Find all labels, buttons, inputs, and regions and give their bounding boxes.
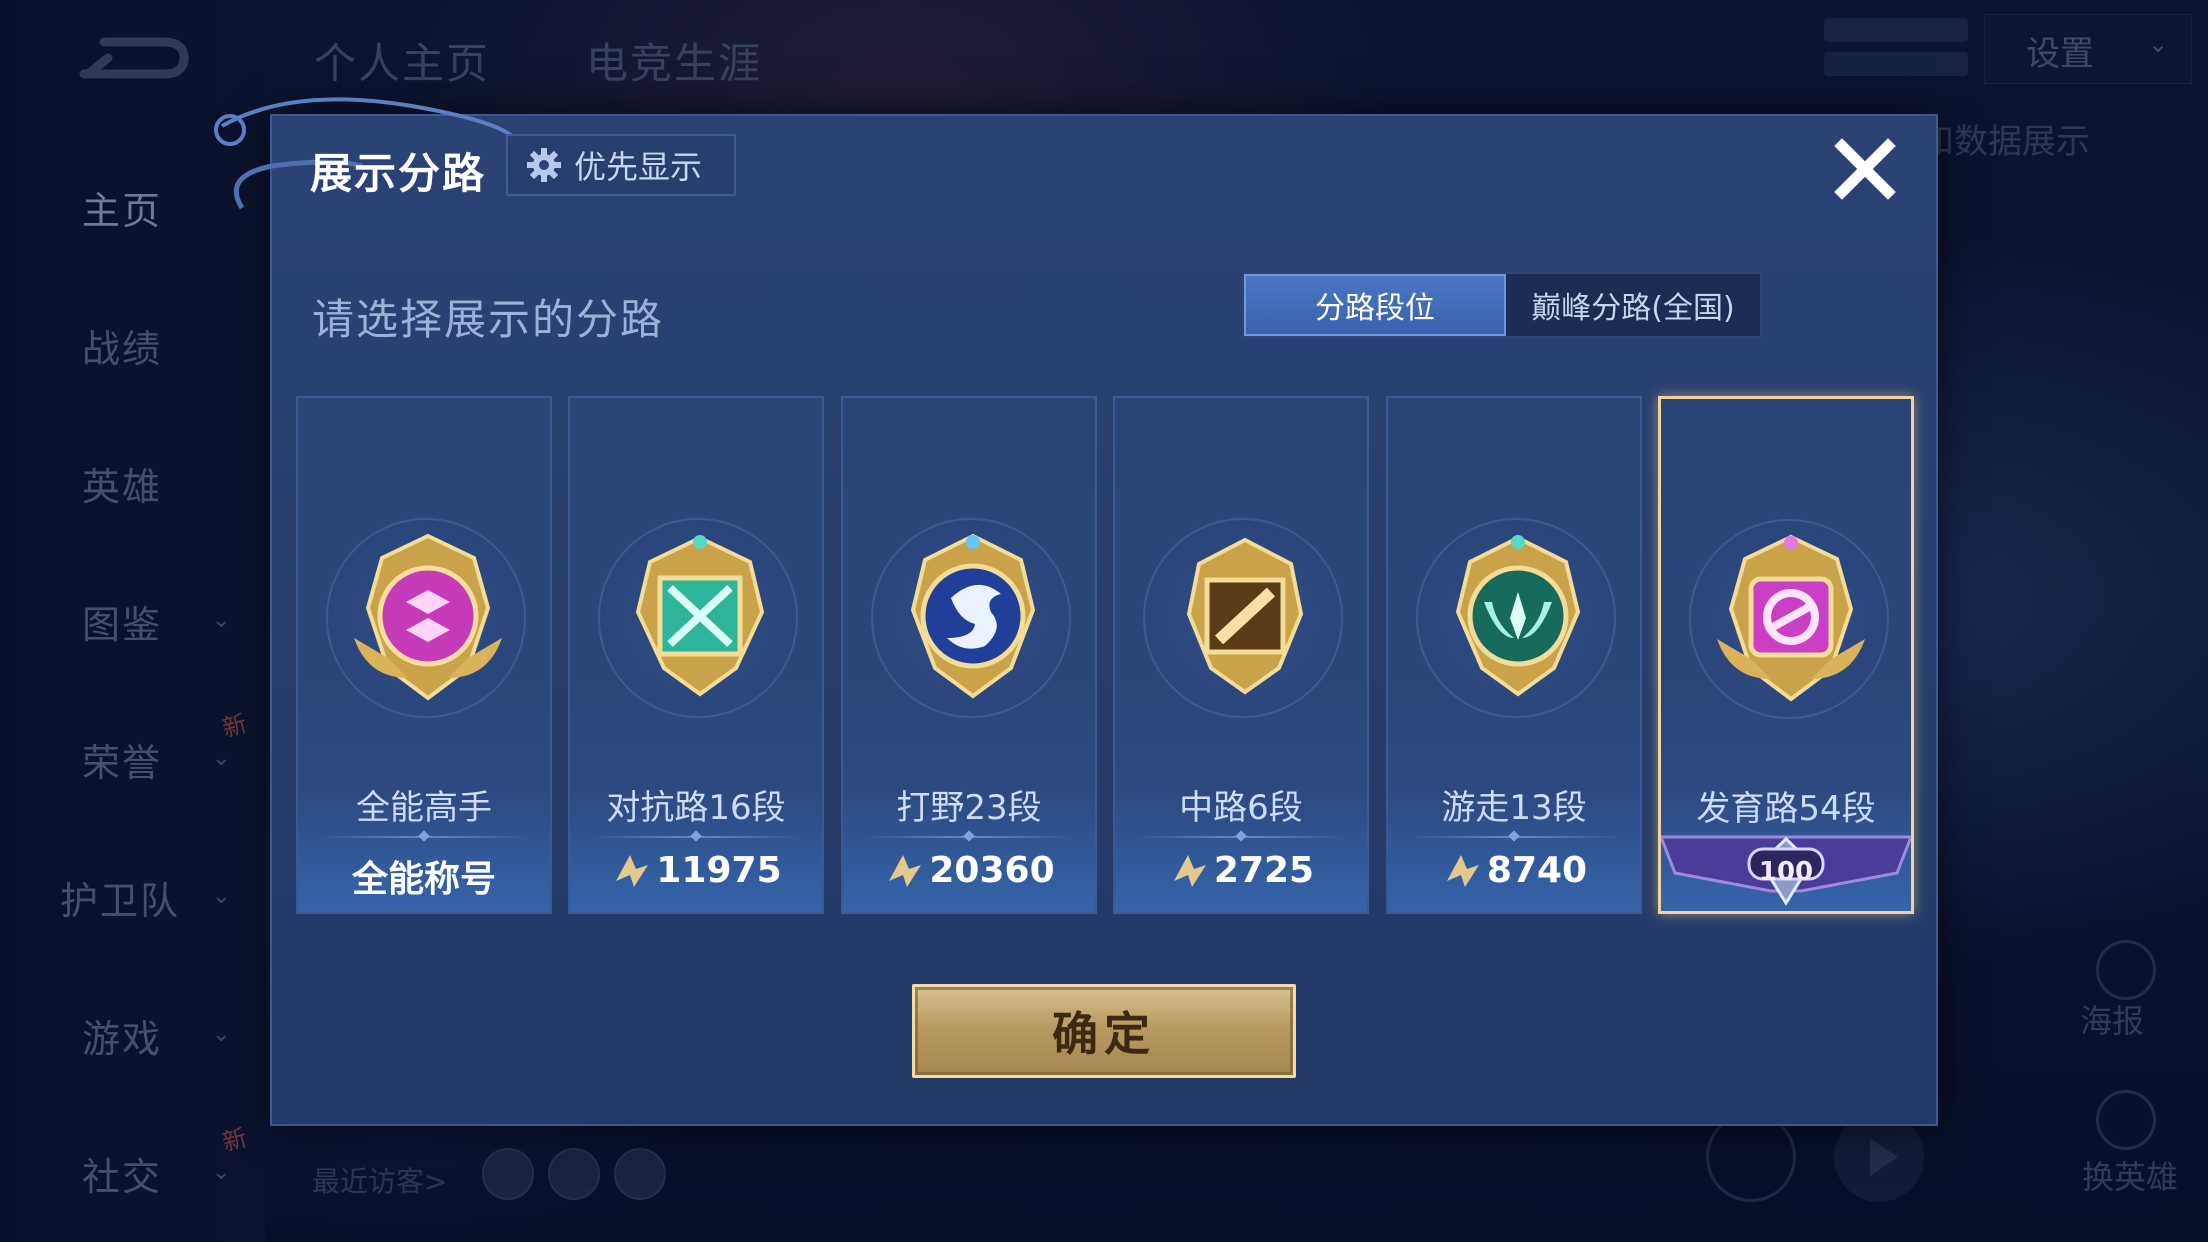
divider [318,836,530,838]
lane-rank-label: 对抗路16段 [606,788,786,828]
lane-score: 全能称号 [298,850,550,902]
dialog-subtitle: 请选择展示的分路 [312,295,665,344]
lane-score-value: 8740 [1486,850,1588,891]
lane-score: 100 [1661,857,1911,887]
lane-card-all-round[interactable]: 全能高手 全能称号 [296,396,552,914]
lane-rank-label: 全能高手 [356,788,492,828]
jungle-emblem-icon [910,533,1036,699]
gear-icon [527,148,561,182]
close-icon[interactable] [1830,134,1900,204]
lane-score: 20360 [843,850,1095,891]
dialog-title: 展示分路 [310,149,487,198]
lane-card-clash[interactable]: 对抗路16段 11975 [568,396,824,914]
lane-rank-label: 打野23段 [896,788,1042,828]
lane-score-value: 2725 [1213,850,1315,891]
all-round-emblem-icon [354,533,502,701]
points-icon [1446,854,1479,887]
divider [590,836,802,838]
roam-emblem-icon [1455,535,1581,697]
clash-lane-emblem-icon [635,535,765,697]
mid-lane-emblem-icon [1186,537,1304,695]
lane-score: 8740 [1388,850,1640,891]
points-icon [889,854,922,887]
lane-card-mid[interactable]: 中路6段 2725 [1113,396,1369,914]
lane-rank-label: 中路6段 [1179,788,1303,828]
lane-rank-label: 游走13段 [1441,788,1587,828]
lane-rank-label: 发育路54段 [1696,789,1876,829]
points-icon [616,854,649,887]
lane-score-value: 全能称号 [351,859,496,900]
lane-score-value: 100 [1758,857,1814,887]
priority-display-button[interactable]: 优先显示 [506,134,736,196]
tab-lane-rank[interactable]: 分路段位 [1244,274,1506,336]
lane-tab-switch: 分路段位 巅峰分路(全国) [1242,272,1762,338]
lane-card-roam[interactable]: 游走13段 8740 [1386,396,1642,914]
lane-score: 11975 [570,850,822,891]
farm-lane-emblem-icon [1717,534,1865,702]
lane-card-jungle[interactable]: 打野23段 20360 [841,396,1097,914]
lane-score: 2725 [1115,850,1367,891]
lane-score-value: 20360 [929,850,1055,891]
divider [1135,836,1347,838]
priority-display-label: 优先显示 [574,148,703,186]
divider [1408,836,1620,838]
divider [863,836,1075,838]
lane-score-value: 11975 [656,850,782,891]
tab-peak-lane[interactable]: 巅峰分路(全国) [1506,274,1760,336]
lane-card-farm[interactable]: 发育路54段 100 [1658,396,1914,914]
points-icon [1173,854,1206,887]
confirm-button[interactable]: 确定 [912,984,1296,1078]
